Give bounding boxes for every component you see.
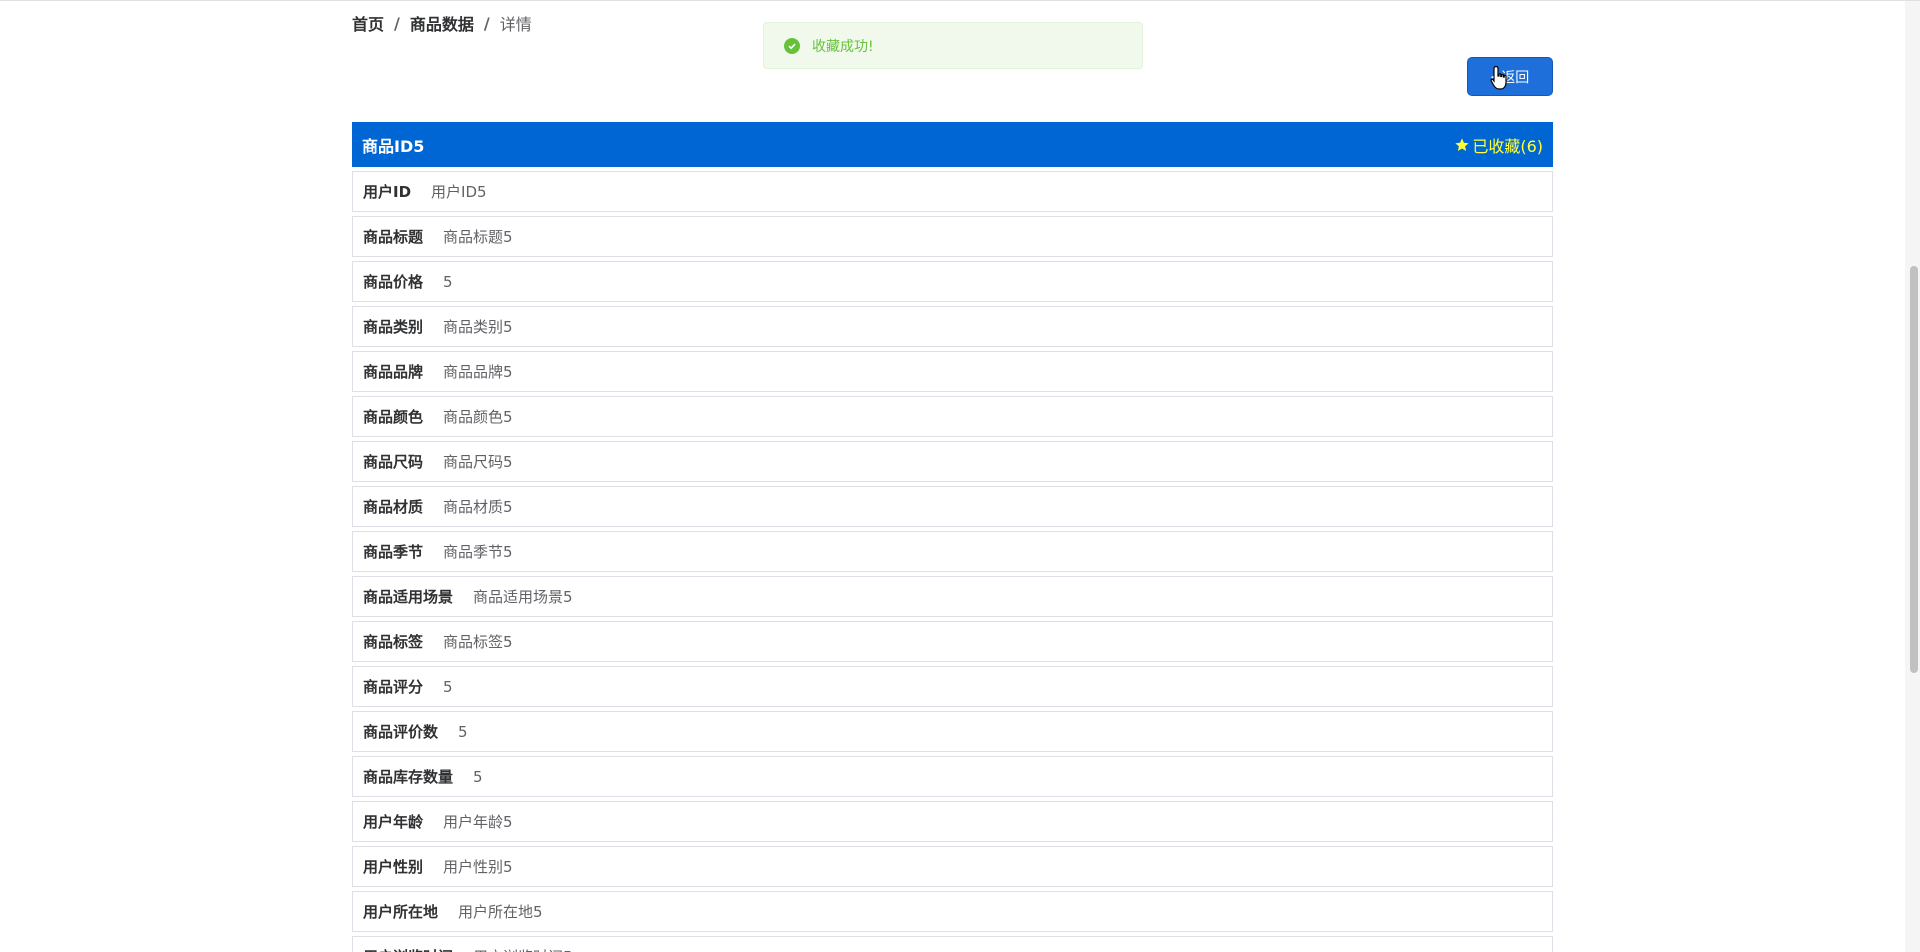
field-value: 用户所在地5 bbox=[458, 903, 543, 921]
detail-row: 商品尺码 商品尺码5 bbox=[352, 441, 1553, 482]
field-label: 商品库存数量 bbox=[363, 768, 454, 786]
field-value: 商品颜色5 bbox=[443, 408, 513, 426]
field-value: 商品尺码5 bbox=[443, 453, 513, 471]
field-label: 用户浏览时间 bbox=[363, 946, 453, 952]
field-value: 商品标题5 bbox=[443, 228, 513, 246]
detail-row: 商品颜色 商品颜色5 bbox=[352, 396, 1553, 437]
field-value: 5 bbox=[443, 272, 453, 291]
detail-row: 用户ID 用户ID5 bbox=[352, 171, 1553, 212]
field-value: 用户年龄5 bbox=[443, 813, 513, 831]
breadcrumb-current: 详情 bbox=[499, 15, 532, 34]
field-value: 用户浏览时间5 bbox=[473, 946, 573, 952]
field-label: 商品适用场景 bbox=[363, 588, 454, 606]
detail-row: 用户年龄 用户年龄5 bbox=[352, 801, 1553, 842]
back-button[interactable]: ◀ 返回 bbox=[1467, 57, 1553, 96]
detail-row: 商品标题 商品标题5 bbox=[352, 216, 1553, 257]
detail-row: 用户所在地 用户所在地5 bbox=[352, 891, 1553, 932]
field-value: 用户ID5 bbox=[431, 183, 487, 201]
star-icon bbox=[1455, 137, 1469, 151]
detail-row: 商品品牌 商品品牌5 bbox=[352, 351, 1553, 392]
field-value: 商品适用场景5 bbox=[473, 588, 573, 606]
hand-cursor-icon bbox=[1490, 65, 1507, 90]
detail-page: 首页 / 商品数据 / 详情 收藏成功! ◀ 返回 商品ID5 已收藏(6) 用… bbox=[0, 0, 1920, 952]
field-value: 用户性别5 bbox=[443, 858, 513, 876]
field-value: 5 bbox=[443, 677, 453, 696]
field-label: 用户性别 bbox=[363, 858, 424, 876]
detail-row: 商品类别 商品类别5 bbox=[352, 306, 1553, 347]
field-label: 用户ID bbox=[363, 183, 412, 201]
detail-field-list: 用户ID 用户ID5 商品标题 商品标题5 商品价格 5 商品类别 商品类别5 商品品牌 商品品牌… bbox=[352, 171, 1553, 952]
detail-row: 用户浏览时间 用户浏览时间5 bbox=[352, 936, 1553, 952]
product-header: 商品ID5 已收藏(6) bbox=[352, 122, 1553, 167]
field-value: 商品材质5 bbox=[443, 498, 513, 516]
toast-message: 收藏成功! bbox=[812, 38, 874, 55]
page-scrollbar[interactable] bbox=[1905, 1, 1920, 952]
field-label: 用户年龄 bbox=[363, 813, 424, 831]
field-value: 5 bbox=[473, 767, 483, 786]
success-toast: 收藏成功! bbox=[763, 22, 1143, 69]
breadcrumb: 首页 / 商品数据 / 详情 bbox=[352, 11, 532, 35]
breadcrumb-separator: / bbox=[394, 13, 400, 33]
detail-row: 商品季节 商品季节5 bbox=[352, 531, 1553, 572]
detail-row: 商品价格 5 bbox=[352, 261, 1553, 302]
detail-row: 商品库存数量 5 bbox=[352, 756, 1553, 797]
scrollbar-thumb[interactable] bbox=[1910, 266, 1918, 673]
field-label: 商品价格 bbox=[363, 273, 424, 291]
field-label: 商品颜色 bbox=[363, 408, 424, 426]
field-label: 商品尺码 bbox=[363, 453, 424, 471]
field-value: 商品季节5 bbox=[443, 543, 513, 561]
field-label: 商品季节 bbox=[363, 543, 424, 561]
detail-row: 商品评分 5 bbox=[352, 666, 1553, 707]
field-label: 商品评价数 bbox=[363, 723, 439, 741]
detail-row: 商品评价数 5 bbox=[352, 711, 1553, 752]
breadcrumb-section[interactable]: 商品数据 bbox=[410, 11, 474, 35]
field-label: 商品标题 bbox=[363, 228, 424, 246]
field-label: 商品材质 bbox=[363, 498, 424, 516]
field-label: 商品评分 bbox=[363, 678, 424, 696]
breadcrumb-home[interactable]: 首页 bbox=[352, 11, 384, 35]
detail-row: 商品标签 商品标签5 bbox=[352, 621, 1553, 662]
breadcrumb-separator: / bbox=[483, 13, 490, 33]
field-label: 用户所在地 bbox=[363, 903, 439, 921]
field-value: 商品品牌5 bbox=[443, 363, 513, 381]
field-label: 商品品牌 bbox=[363, 363, 424, 381]
check-circle-icon bbox=[784, 37, 800, 54]
detail-row: 商品材质 商品材质5 bbox=[352, 486, 1553, 527]
field-label: 商品类别 bbox=[363, 318, 424, 336]
favorite-label: 已收藏(6) bbox=[1472, 136, 1543, 156]
field-label: 商品标签 bbox=[363, 633, 424, 651]
field-value: 商品标签5 bbox=[443, 633, 513, 651]
favorite-button[interactable]: 已收藏(6) bbox=[1454, 133, 1543, 157]
detail-row: 商品适用场景 商品适用场景5 bbox=[352, 576, 1553, 617]
product-title: 商品ID5 bbox=[362, 136, 425, 156]
field-value: 5 bbox=[458, 722, 468, 741]
detail-row: 用户性别 用户性别5 bbox=[352, 846, 1553, 887]
field-value: 商品类别5 bbox=[443, 318, 513, 336]
